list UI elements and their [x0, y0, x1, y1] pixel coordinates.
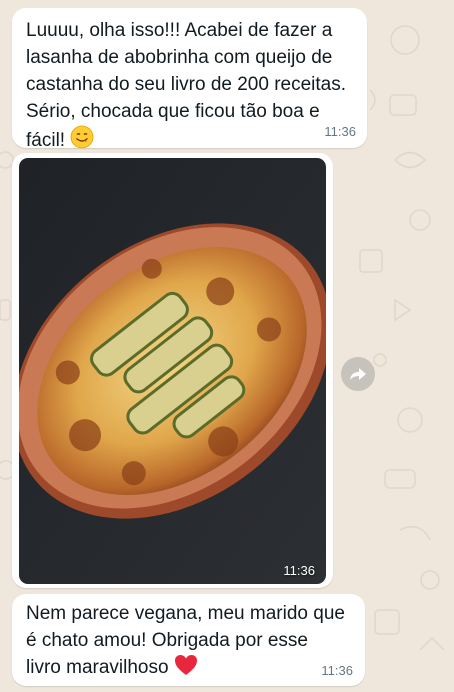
- incoming-message-bubble[interactable]: Luuuu, olha isso!!! Acabei de fazer a la…: [12, 8, 367, 151]
- zucchini-lasagna-photo[interactable]: [19, 158, 326, 584]
- message-timestamp: 11:36: [321, 663, 353, 678]
- message-text: Luuuu, olha isso!!! Acabei de fazer a la…: [26, 17, 366, 157]
- forward-button[interactable]: [341, 357, 375, 391]
- forward-arrow-icon: [350, 368, 366, 380]
- message-timestamp: 11:36: [283, 563, 315, 578]
- red-heart-icon: [174, 654, 198, 684]
- message-timestamp: 11:36: [324, 124, 356, 139]
- incoming-message-bubble[interactable]: Nem parece vegana, meu marido que é chat…: [12, 594, 365, 686]
- image-message-bubble[interactable]: 11:36: [12, 153, 333, 588]
- message-text: Nem parece vegana, meu marido que é chat…: [26, 600, 366, 684]
